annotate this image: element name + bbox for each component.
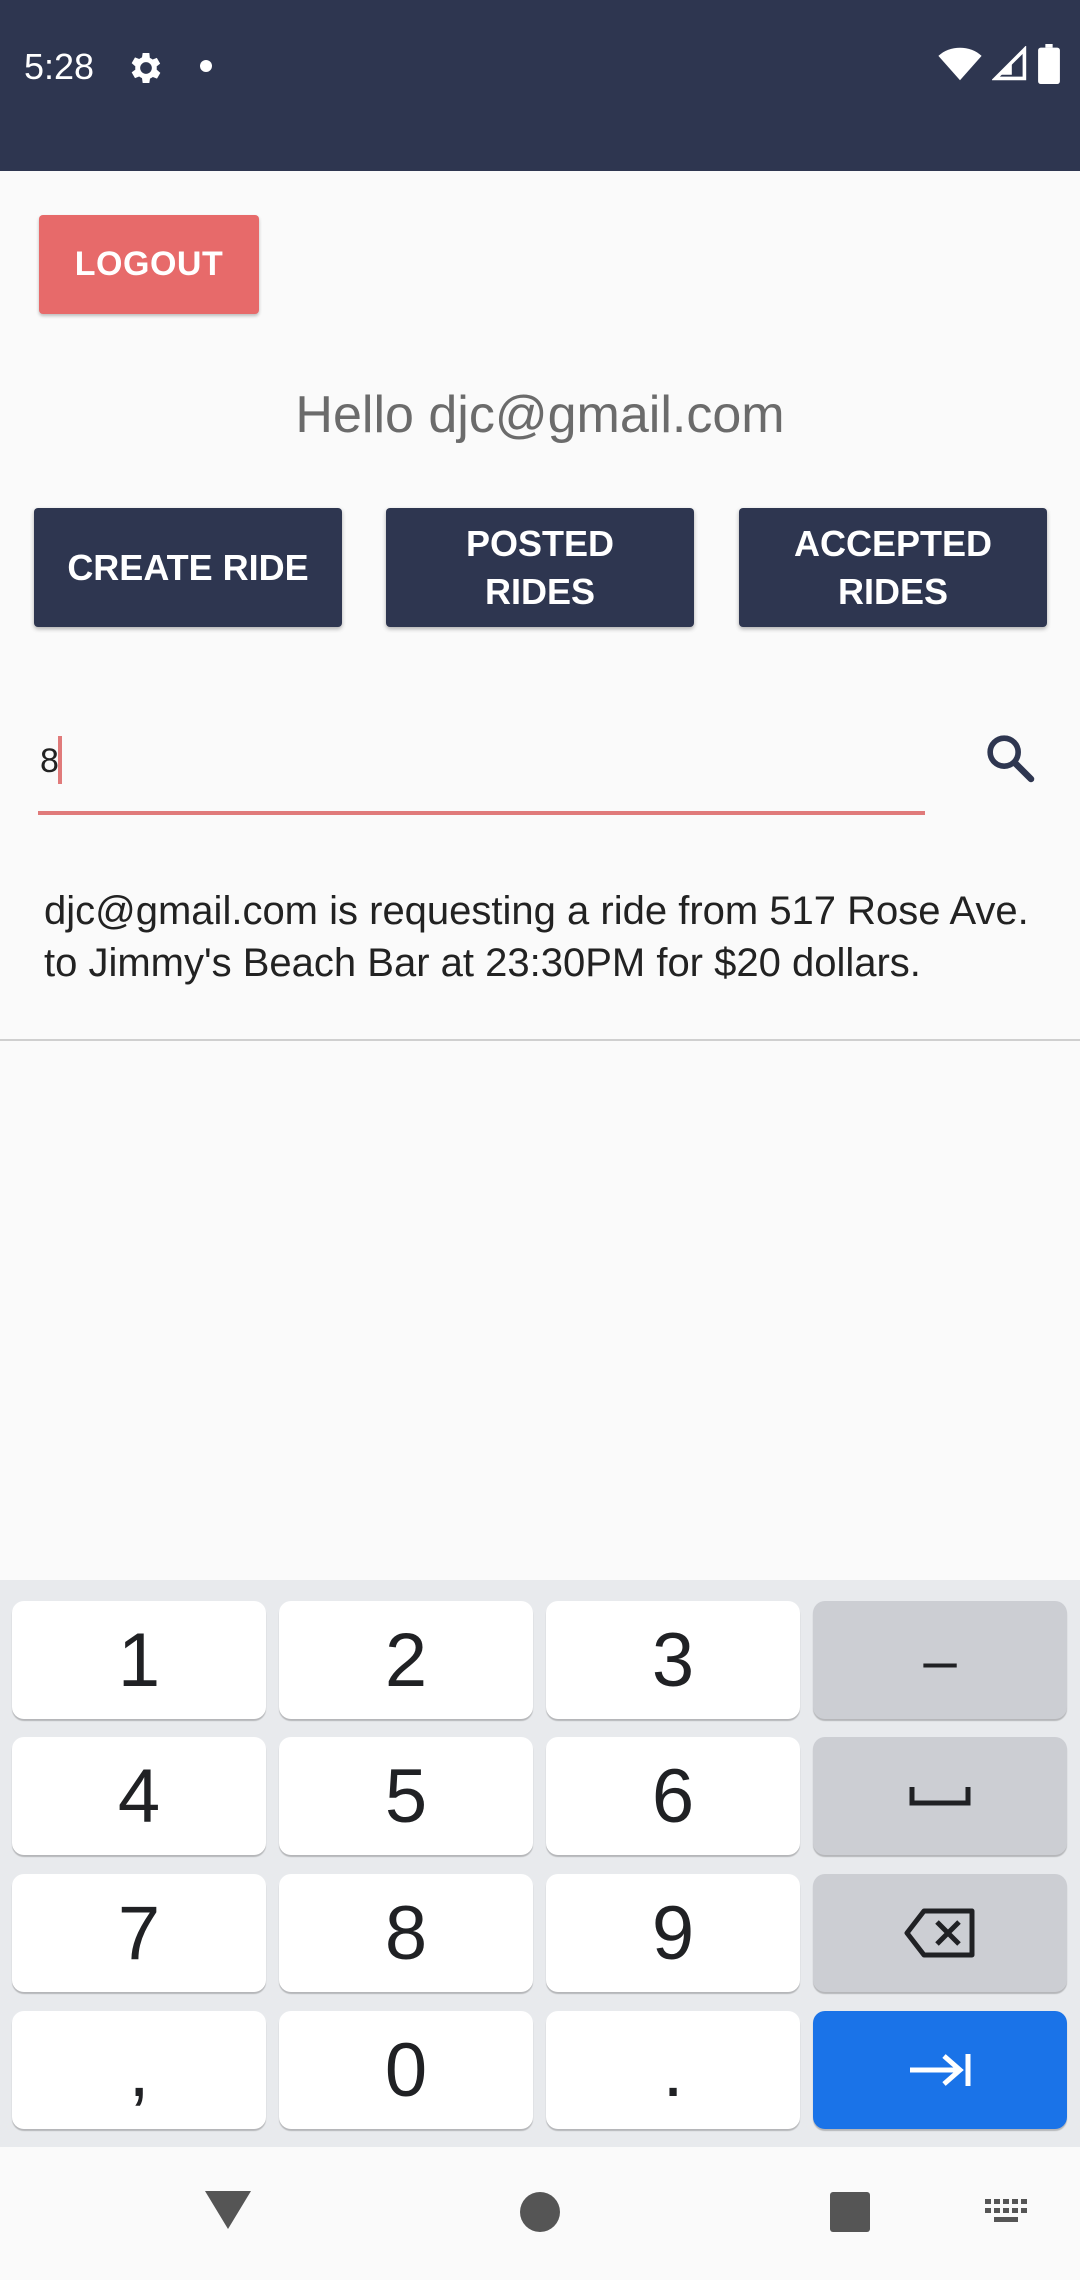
- backspace-icon: [904, 1908, 975, 1958]
- battery-icon: [1038, 43, 1060, 89]
- status-icons: [938, 43, 1060, 89]
- home-icon[interactable]: [518, 2190, 562, 2239]
- search-input-value: 8: [40, 742, 59, 780]
- ride-list-item[interactable]: djc@gmail.com is requesting a ride from …: [0, 875, 1080, 1041]
- posted-rides-button[interactable]: POSTED RIDES: [386, 508, 694, 627]
- key-minus[interactable]: –: [813, 1601, 1067, 1719]
- key-4[interactable]: 4: [12, 1737, 266, 1855]
- gear-icon: [126, 48, 166, 88]
- search-input[interactable]: 8: [38, 720, 925, 815]
- key-7[interactable]: 7: [12, 1874, 266, 1992]
- accepted-rides-button[interactable]: ACCEPTED RIDES: [739, 508, 1047, 627]
- key-period[interactable]: .: [546, 2011, 800, 2129]
- notification-dot-icon: [200, 60, 212, 72]
- text-cursor: [58, 736, 62, 784]
- logout-button[interactable]: LOGOUT: [39, 215, 259, 314]
- greeting-text: Hello djc@gmail.com: [295, 386, 785, 444]
- key-5[interactable]: 5: [279, 1737, 533, 1855]
- key-comma[interactable]: ,: [12, 2011, 266, 2129]
- signal-icon: [991, 44, 1028, 87]
- status-bar: 5:28: [0, 0, 1080, 171]
- system-nav-bar: [0, 2147, 1080, 2280]
- key-9[interactable]: 9: [546, 1874, 800, 1992]
- search-icon[interactable]: [982, 730, 1038, 786]
- create-ride-button[interactable]: CREATE RIDE: [34, 508, 342, 627]
- space-icon: [909, 1787, 971, 1806]
- next-key[interactable]: [813, 2011, 1067, 2129]
- backspace-key[interactable]: [813, 1874, 1067, 1992]
- key-1[interactable]: 1: [12, 1601, 266, 1719]
- key-0[interactable]: 0: [279, 2011, 533, 2129]
- key-3[interactable]: 3: [546, 1601, 800, 1719]
- key-8[interactable]: 8: [279, 1874, 533, 1992]
- numeric-keyboard: 1 2 3 – 4 5 6 7 8 9 , 0 .: [0, 1580, 1080, 2147]
- tab-next-icon: [910, 2054, 971, 2086]
- recents-icon[interactable]: [829, 2191, 871, 2238]
- status-time: 5:28: [24, 46, 95, 87]
- back-icon[interactable]: [203, 2187, 253, 2236]
- space-key[interactable]: [813, 1737, 1067, 1855]
- key-2[interactable]: 2: [279, 1601, 533, 1719]
- wifi-icon: [938, 46, 982, 87]
- keyboard-switch-icon[interactable]: [985, 2199, 1029, 2232]
- key-6[interactable]: 6: [546, 1737, 800, 1855]
